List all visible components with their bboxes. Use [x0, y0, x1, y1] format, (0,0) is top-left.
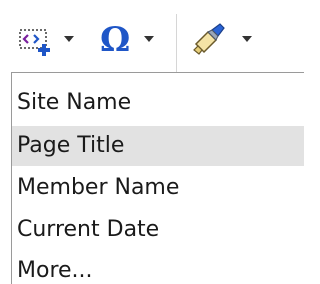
menu-item-current-date[interactable]: Current Date: [12, 210, 304, 250]
symbol-button[interactable]: Ω: [90, 18, 166, 62]
brush-icon: [193, 23, 225, 55]
insert-field-icon: [19, 29, 50, 56]
chevron-down-icon[interactable]: [242, 36, 252, 42]
insert-field-button[interactable]: [10, 18, 84, 62]
chevron-down-icon[interactable]: [64, 36, 74, 42]
menu-item-page-title[interactable]: Page Title: [12, 126, 304, 166]
menu-item-member-name[interactable]: Member Name: [12, 168, 304, 208]
omega-icon: Ω: [100, 20, 131, 60]
menu-item-more[interactable]: More...: [12, 251, 304, 284]
style-button[interactable]: [184, 18, 260, 62]
chevron-down-icon[interactable]: [144, 36, 154, 42]
menu-item-site-name[interactable]: Site Name: [12, 83, 304, 123]
toolbar-separator: [176, 14, 177, 72]
stage: Ω Site Name Page Title Member Name Curre…: [0, 0, 304, 284]
insert-field-dropdown-menu: Site Name Page Title Member Name Current…: [11, 72, 304, 284]
